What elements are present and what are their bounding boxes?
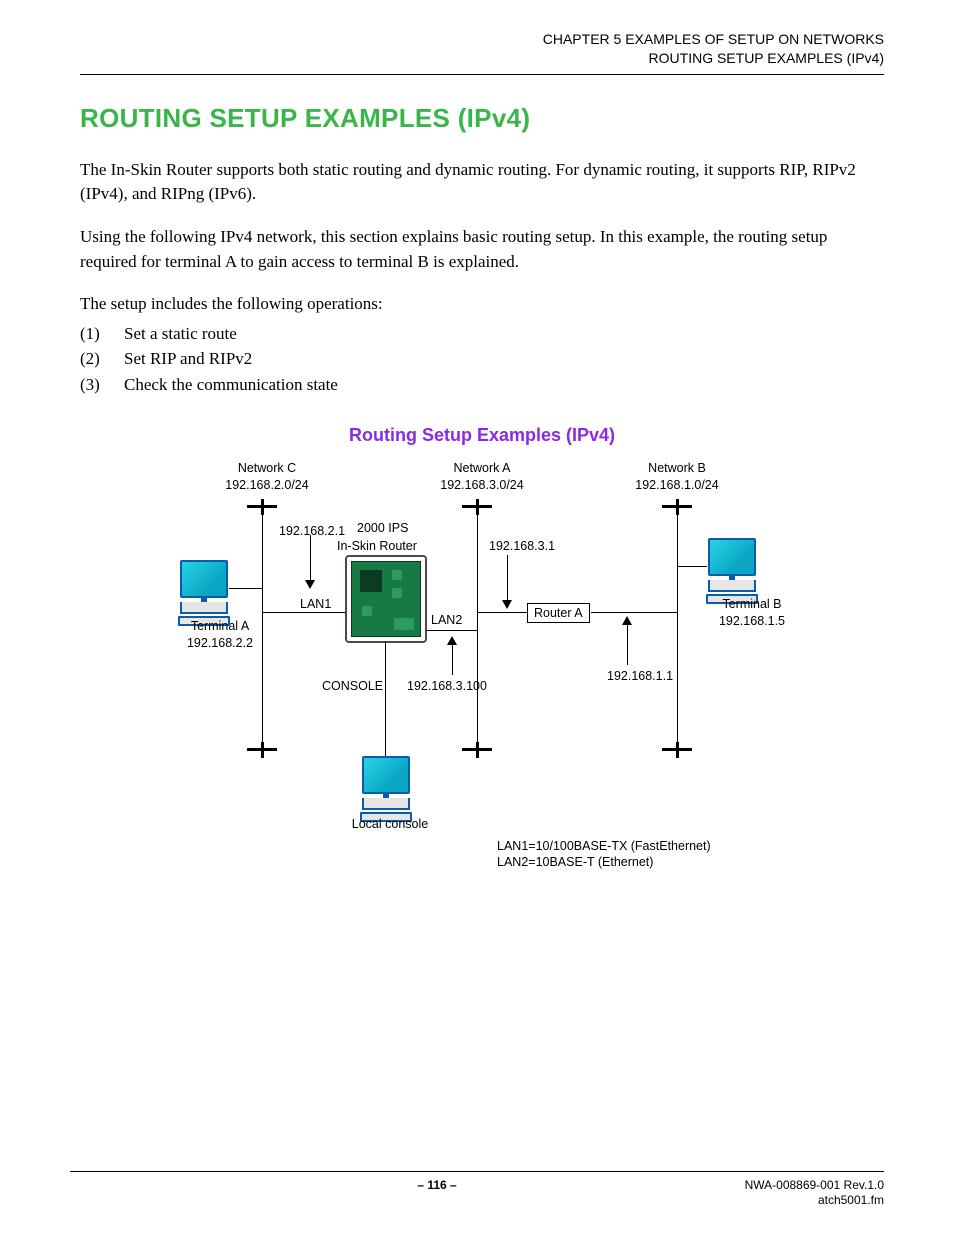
network-diagram: Network C 192.168.2.0/24 Network A 192.1… — [177, 460, 787, 890]
list-text: Set a static route — [124, 321, 237, 347]
bus-tick — [476, 742, 479, 758]
terminal-b-icon — [705, 538, 759, 604]
arrow-down-icon — [305, 580, 315, 589]
operations-list: (1) Set a static route (2) Set RIP and RIP… — [80, 321, 884, 398]
net-a-label: Network A 192.168.3.0/24 — [422, 460, 542, 493]
term-a-link — [229, 588, 262, 589]
list-text: Set RIP and RIPv2 — [124, 346, 252, 372]
intro-paragraph-1: The In-Skin Router supports both static … — [80, 158, 884, 207]
local-console-label: Local console — [335, 816, 445, 832]
board-lan2-ip: 192.168.3.100 — [407, 678, 487, 694]
doc-meta: NWA-008869-001 Rev.1.0 atch5001.fm — [684, 1178, 884, 1209]
router-a-right-link — [591, 612, 677, 613]
term-b-link — [677, 566, 707, 567]
lan2-ip-arrow-shaft — [452, 645, 453, 675]
list-item: (1) Set a static route — [80, 321, 884, 347]
list-number: (1) — [80, 321, 110, 347]
bus-tick — [676, 742, 679, 758]
net-b-trunk — [677, 508, 678, 748]
legend-lan1: LAN1=10/100BASE-TX (FastEthernet) — [497, 838, 711, 854]
terminal-b-label: Terminal B 192.168.1.5 — [707, 596, 797, 629]
router-a-ifb-shaft — [627, 625, 628, 665]
list-text: Check the communication state — [124, 372, 338, 398]
arrow-up-icon — [447, 636, 457, 645]
page-footer: – 116 – NWA-008869-001 Rev.1.0 atch5001.… — [70, 1171, 884, 1209]
list-item: (2) Set RIP and RIPv2 — [80, 346, 884, 372]
section-line: ROUTING SETUP EXAMPLES (IPv4) — [80, 49, 884, 68]
header-rule — [80, 74, 884, 75]
ops-lead-in: The setup includes the following operati… — [80, 292, 884, 317]
arrow-down-icon — [502, 600, 512, 609]
section-title: ROUTING SETUP EXAMPLES (IPv4) — [80, 103, 884, 134]
terminal-a-icon — [177, 560, 231, 626]
router-a-ifa-shaft — [507, 555, 508, 603]
local-console-icon — [359, 756, 413, 822]
chapter-line: CHAPTER 5 EXAMPLES OF SETUP ON NETWORKS — [80, 30, 884, 49]
ips-model-label: 2000 IPS — [357, 520, 408, 536]
net-c-label: Network C 192.168.2.0/24 — [207, 460, 327, 493]
router-a-box: Router A — [527, 603, 590, 623]
lan2-link — [426, 630, 477, 631]
arrow-up-icon — [622, 616, 632, 625]
console-label: CONSOLE — [322, 678, 383, 694]
net-b-label: Network B 192.168.1.0/24 — [617, 460, 737, 493]
board-name-label: In-Skin Router — [337, 538, 417, 554]
in-skin-router-icon — [345, 555, 427, 643]
lan1-ip-arrow-shaft — [310, 535, 311, 583]
console-link — [385, 641, 386, 756]
bus-tick — [261, 742, 264, 758]
router-a-if-b-ip: 192.168.1.1 — [607, 668, 673, 684]
list-number: (3) — [80, 372, 110, 398]
router-a-left-link — [477, 612, 527, 613]
terminal-a-label: Terminal A 192.168.2.2 — [165, 618, 275, 651]
list-item: (3) Check the communication state — [80, 372, 884, 398]
net-a-trunk — [477, 508, 478, 748]
router-a-if-a-ip: 192.168.3.1 — [489, 538, 555, 554]
lan1-label: LAN1 — [300, 596, 331, 612]
lan2-label: LAN2 — [431, 612, 462, 628]
legend-lan2: LAN2=10BASE-T (Ethernet) — [497, 854, 653, 870]
list-number: (2) — [80, 346, 110, 372]
board-lan1-ip: 192.168.2.1 — [279, 523, 345, 539]
running-header: CHAPTER 5 EXAMPLES OF SETUP ON NETWORKS … — [80, 30, 884, 68]
intro-paragraph-2: Using the following IPv4 network, this s… — [80, 225, 884, 274]
page-number: – 116 – — [190, 1178, 684, 1192]
diagram-title: Routing Setup Examples (IPv4) — [80, 425, 884, 446]
